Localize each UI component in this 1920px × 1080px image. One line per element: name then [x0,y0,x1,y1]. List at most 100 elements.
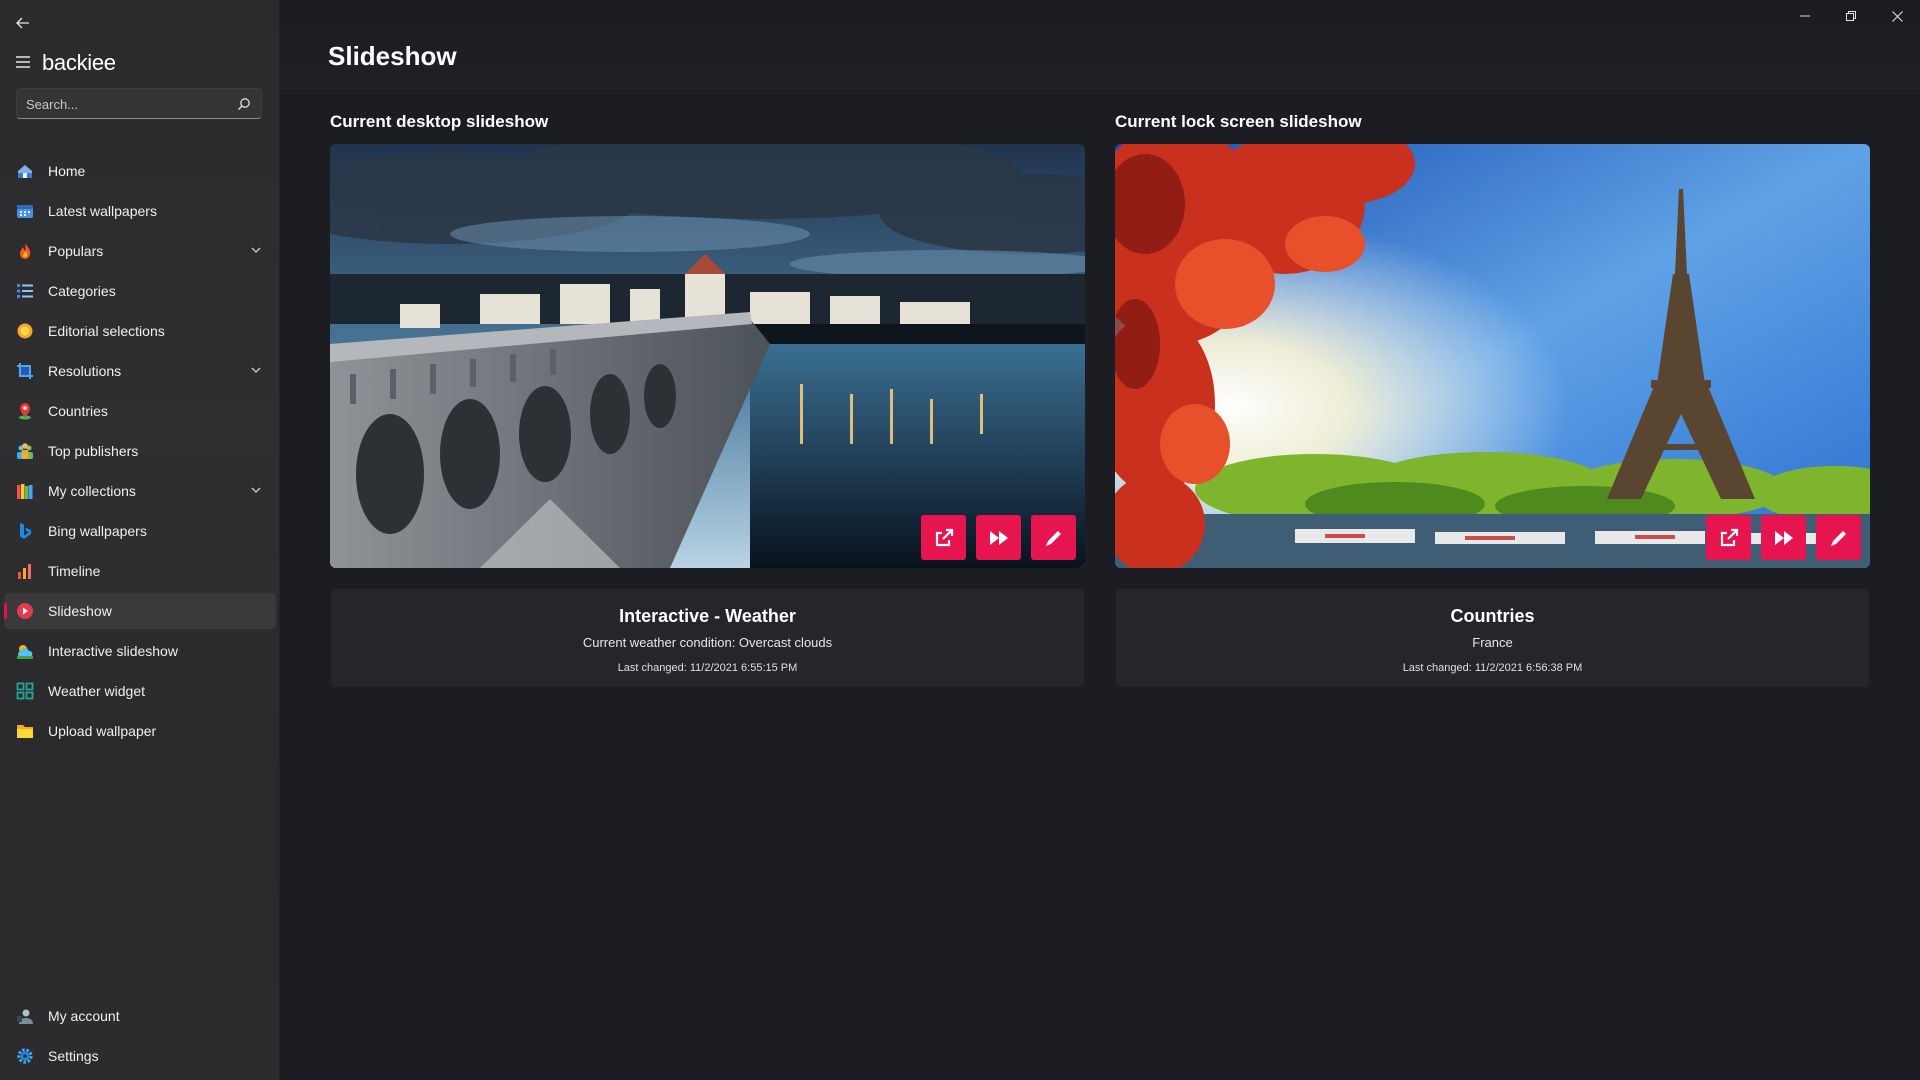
list-icon [17,284,33,298]
nav-item-categories[interactable]: Categories [4,273,276,309]
close-icon [1891,10,1903,22]
home-icon [18,165,32,178]
nav-item-countries[interactable]: Countries [4,393,276,429]
calendar-icon [17,205,33,218]
lockscreen-actions [1706,515,1861,560]
nav-label: Populars [48,243,104,259]
close-button[interactable] [1874,0,1920,32]
nav-label: Editorial selections [48,323,165,339]
page-title: Slideshow [328,41,457,71]
lockscreen-wallpaper-image [1115,144,1870,568]
bar-chart-icon [18,564,31,579]
folder-icon [17,725,33,738]
nav-label: Interactive slideshow [48,643,178,659]
search-box[interactable] [16,88,262,119]
bing-icon [20,523,31,539]
desktop-info-card: Interactive - Weather Current weather co… [331,589,1084,687]
people-icon [17,443,33,459]
back-arrow-icon [16,17,29,29]
open-external-icon [1720,528,1738,546]
crop-icon [17,363,33,379]
weather-icon [17,645,33,659]
back-button[interactable] [12,12,34,34]
nav-label: Weather widget [48,683,146,699]
restore-button[interactable] [1828,0,1874,32]
nav-item-bing-wallpapers[interactable]: Bing wallpapers [4,513,276,549]
desktop-card-title: Interactive - Weather [619,606,796,626]
nav-label: My account [48,1008,120,1024]
lockscreen-wallpaper-preview[interactable] [1115,144,1870,568]
hamburger-icon [16,56,30,68]
desktop-open-external-button[interactable] [921,515,966,560]
chevron-down-icon[interactable] [250,484,262,496]
header-band [280,0,1920,90]
nav-label: Latest wallpapers [48,203,157,219]
nav-label: Resolutions [48,363,122,379]
desktop-edit-button[interactable] [1031,515,1076,560]
pencil-icon [1830,530,1846,546]
restore-icon [1846,11,1856,21]
nav-label: Top publishers [48,443,139,459]
nav-item-slideshow[interactable]: Slideshow [4,593,276,629]
bottom-nav: My account Settings [4,998,276,1078]
nav-label: Upload wallpaper [48,723,157,739]
search-icon[interactable] [237,97,251,111]
user-icon [17,1009,33,1024]
lockscreen-open-external-button[interactable] [1706,515,1751,560]
nav-label: Countries [48,403,108,419]
fast-forward-icon [989,530,1008,545]
nav-item-populars[interactable]: Populars [4,233,276,269]
nav-item-latest-wallpapers[interactable]: Latest wallpapers [4,193,276,229]
nav-item-interactive-slideshow[interactable]: Interactive slideshow [4,633,276,669]
lockscreen-last-changed: Last changed: 11/2/2021 6:56:38 PM [1402,662,1583,674]
nav-item-my-account[interactable]: My account [4,998,276,1034]
nav-item-editorial-selections[interactable]: Editorial selections [4,313,276,349]
desktop-next-wallpaper-button[interactable] [976,515,1021,560]
desktop-actions [921,515,1076,560]
lockscreen-card-title: Countries [1450,606,1535,626]
nav-label: My collections [48,483,136,499]
nav-item-timeline[interactable]: Timeline [4,553,276,589]
desktop-section-title: Current desktop slideshow [330,112,549,131]
app-name: backiee [42,50,116,75]
nav-label: Settings [48,1048,99,1064]
search-input[interactable] [26,95,226,113]
nav-item-upload-wallpaper[interactable]: Upload wallpaper [4,713,276,749]
desktop-last-changed: Last changed: 11/2/2021 6:55:15 PM [617,662,798,674]
lockscreen-info-card: Countries France Last changed: 11/2/2021… [1116,589,1869,687]
fast-forward-icon [1774,530,1793,545]
chevron-down-icon[interactable] [250,364,262,376]
nav-label: Categories [48,283,116,299]
nav-item-my-collections[interactable]: My collections [4,473,276,509]
desktop-card-subtitle: Current weather condition: Overcast clou… [582,635,833,650]
lockscreen-section-title: Current lock screen slideshow [1115,112,1362,131]
books-icon [17,484,33,499]
desktop-wallpaper-preview[interactable] [330,144,1085,568]
nav-label: Bing wallpapers [48,523,147,539]
play-circle-icon [17,603,33,619]
nav-label: Slideshow [48,603,112,619]
nav-item-resolutions[interactable]: Resolutions [4,353,276,389]
chevron-down-icon[interactable] [250,244,262,256]
nav-item-settings[interactable]: Settings [4,1038,276,1074]
nav-item-top-publishers[interactable]: Top publishers [4,433,276,469]
nav-item-weather-widget[interactable]: Weather widget [4,673,276,709]
nav-label: Timeline [48,563,101,579]
open-external-icon [935,528,953,546]
flame-icon [20,243,31,259]
nav-item-home[interactable]: Home [4,153,276,189]
pencil-icon [1045,530,1061,546]
window-controls [1782,0,1920,32]
sun-icon [17,323,33,339]
lockscreen-next-wallpaper-button[interactable] [1761,515,1806,560]
nav-label: Home [48,163,86,179]
hamburger-menu-button[interactable] [14,53,32,71]
sidebar: backiee Home Latest wallpapers Populars … [0,0,280,1080]
location-pin-icon [19,403,31,420]
nav-list: Home Latest wallpapers Populars Categori… [4,153,276,753]
desktop-wallpaper-image [330,144,1085,568]
minimize-button[interactable] [1782,0,1828,32]
gear-icon [17,1048,33,1064]
lockscreen-edit-button[interactable] [1816,515,1861,560]
lockscreen-card-subtitle: France [1472,635,1513,650]
